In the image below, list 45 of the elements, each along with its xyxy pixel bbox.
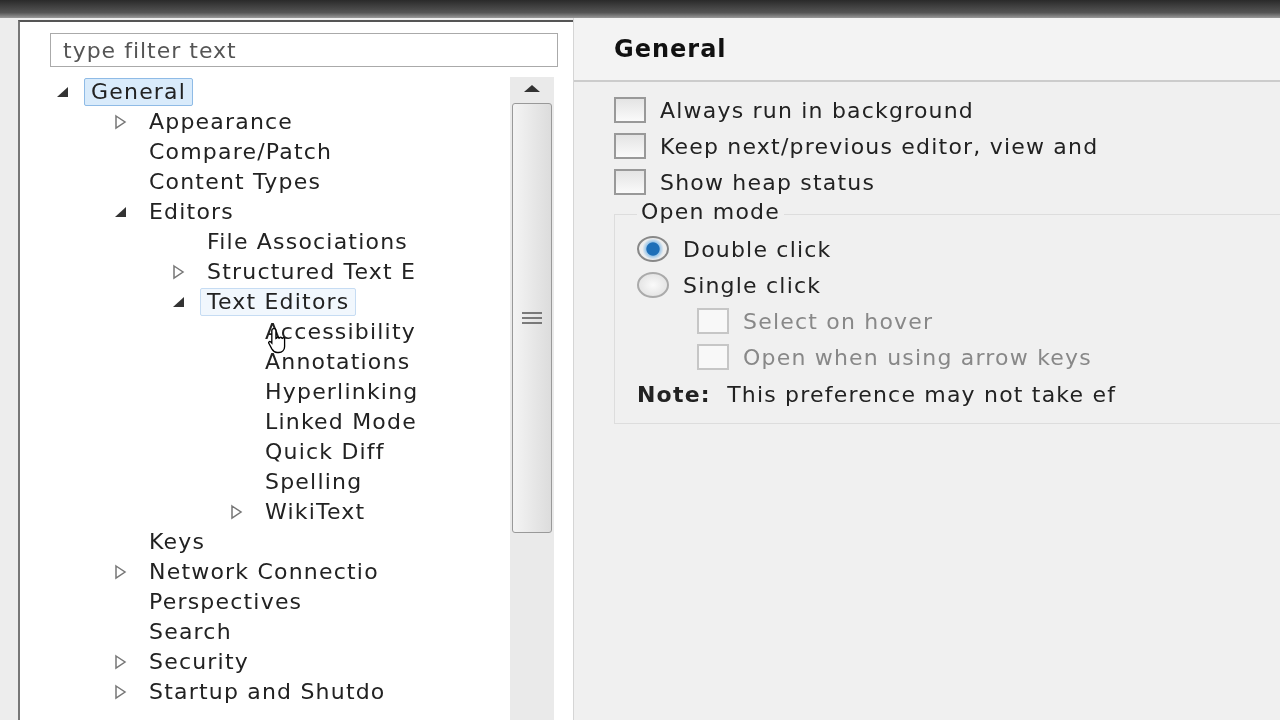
tree-item[interactable]: Quick Diff — [258, 438, 392, 466]
tree-item[interactable]: Annotations — [258, 348, 418, 376]
scroll-up-icon[interactable] — [522, 83, 542, 93]
collapsed-arrow-icon[interactable] — [112, 654, 128, 670]
tree-item[interactable]: File Associations — [200, 228, 415, 256]
option-label: Always run in background — [660, 97, 974, 123]
tree-item[interactable]: Hyperlinking — [258, 378, 426, 406]
tree-item[interactable]: General — [84, 78, 194, 106]
collapsed-arrow-icon[interactable] — [228, 504, 244, 520]
tree-item[interactable]: Security — [142, 648, 256, 676]
option-label: Select on hover — [743, 308, 934, 334]
scrollbar[interactable] — [510, 77, 554, 720]
checkbox[interactable] — [614, 133, 646, 159]
tree-item[interactable]: Editors — [142, 198, 241, 226]
tree-item[interactable]: Keys — [142, 528, 213, 556]
tree-item[interactable]: Perspectives — [142, 588, 310, 616]
option-label: Double click — [683, 236, 832, 262]
note-text: Note: This preference may not take ef — [637, 381, 1118, 409]
tree-item[interactable]: WikiText — [258, 498, 373, 526]
tree-item[interactable]: Structured Text E — [200, 258, 424, 286]
tree-item[interactable]: Content Types — [142, 168, 329, 196]
tree-item[interactable]: Appearance — [142, 108, 301, 136]
radio-button[interactable] — [637, 272, 669, 298]
tree-item[interactable]: Search — [142, 618, 239, 646]
tree-item[interactable]: Text Editors — [200, 288, 357, 316]
collapsed-arrow-icon[interactable] — [112, 684, 128, 700]
tree-item[interactable]: Startup and Shutdo — [142, 678, 393, 706]
radio-button[interactable] — [637, 236, 669, 262]
filter-field[interactable]: type filter text — [50, 33, 558, 67]
tree-item[interactable]: Compare/Patch — [142, 138, 340, 166]
collapsed-arrow-icon[interactable] — [112, 564, 128, 580]
option-label: Show heap status — [660, 169, 876, 195]
scroll-thumb[interactable] — [512, 103, 552, 533]
checkbox[interactable] — [614, 169, 646, 195]
grip-icon — [522, 312, 542, 324]
collapsed-arrow-icon[interactable] — [112, 114, 128, 130]
tree-item[interactable]: Network Connectio — [142, 558, 386, 586]
option-label: Single click — [683, 272, 822, 298]
tree-item[interactable]: Linked Mode — [258, 408, 424, 436]
option-label: Keep next/previous editor, view and — [660, 133, 1099, 159]
option-label: Open when using arrow keys — [743, 344, 1092, 370]
checkbox[interactable] — [614, 97, 646, 123]
tree-item[interactable]: Spelling — [258, 468, 370, 496]
collapsed-arrow-icon[interactable] — [170, 264, 186, 280]
page-title: General — [614, 35, 727, 63]
